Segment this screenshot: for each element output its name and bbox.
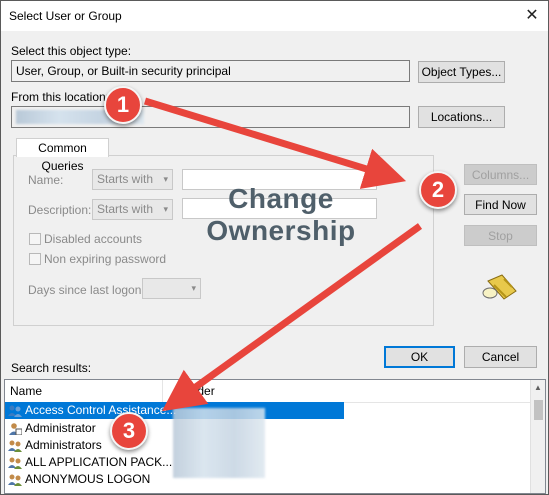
step-badge-2: 2 (419, 171, 457, 209)
watermark-line-1: Change (228, 183, 334, 214)
watermark-line-2: Ownership (206, 215, 356, 246)
select-user-or-group-dialog: Select User or Group ✕ Select this objec… (0, 0, 549, 495)
step-badge-1: 1 (104, 86, 142, 124)
arrow-to-result (161, 223, 423, 412)
watermark-text: Change Ownership (191, 183, 371, 247)
step-badge-3: 3 (110, 412, 148, 450)
arrow-to-find-now (143, 97, 407, 189)
annotation-arrows (143, 97, 423, 412)
